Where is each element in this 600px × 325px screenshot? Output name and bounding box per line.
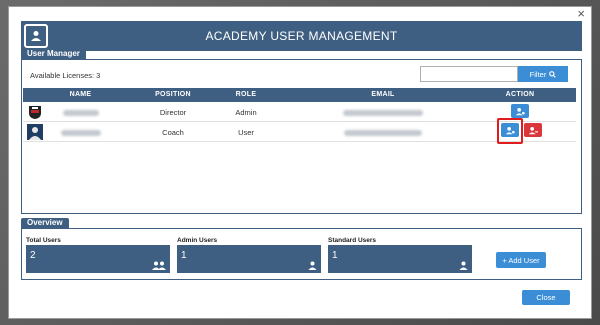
user-manager-tab: User Manager: [21, 49, 86, 59]
edit-user-button[interactable]: [501, 123, 519, 137]
user-email: [323, 128, 443, 137]
filter-button[interactable]: Filter: [518, 66, 568, 82]
user-icon: [459, 261, 468, 270]
standard-users-label: Standard Users: [328, 237, 377, 244]
dialog-header: ACADEMY USER MANAGEMENT: [21, 21, 582, 51]
academy-logo-icon: [24, 24, 48, 48]
total-users-value: 2: [30, 250, 36, 261]
column-header-position: POSITION: [155, 91, 191, 98]
total-users-label: Total Users: [26, 237, 61, 244]
club-crest-icon: [27, 104, 43, 120]
column-header-email: EMAIL: [371, 91, 395, 98]
edit-user-button[interactable]: [511, 104, 529, 118]
dialog-title: ACADEMY USER MANAGEMENT: [205, 29, 398, 43]
overview-panel: Total Users 2 Admin Users 1 Standard Use…: [21, 228, 582, 280]
standard-users-card: 1: [328, 245, 472, 273]
admin-users-card: 1: [177, 245, 321, 273]
user-email: [323, 108, 443, 117]
column-header-action: ACTION: [505, 91, 535, 98]
edit-user-icon: [515, 107, 525, 115]
admin-users-label: Admin Users: [177, 237, 218, 244]
remove-user-button[interactable]: [524, 123, 542, 137]
remove-user-icon: [528, 126, 538, 134]
user-position: Director: [159, 108, 187, 117]
admin-users-value: 1: [181, 250, 187, 261]
overview-tab: Overview: [21, 218, 69, 228]
search-icon: [549, 70, 557, 78]
column-header-role: ROLE: [235, 91, 257, 98]
profile-silhouette-icon: [27, 124, 43, 140]
user-position: Coach: [162, 128, 184, 137]
close-button[interactable]: Close: [522, 290, 570, 305]
table-row: Director Admin: [23, 102, 576, 122]
user-table-header: NAME POSITION ROLE EMAIL ACTION: [23, 88, 576, 102]
filter-button-label: Filter: [529, 69, 547, 79]
total-users-card: 2: [26, 245, 170, 273]
user-icon: [308, 261, 317, 270]
table-row: Coach User: [23, 118, 576, 144]
user-role: Admin: [235, 108, 257, 117]
users-group-icon: [152, 261, 166, 270]
edit-user-icon: [505, 126, 515, 134]
filter-input[interactable]: [420, 66, 518, 82]
column-header-name: NAME: [69, 91, 92, 98]
add-user-button[interactable]: + Add User: [496, 252, 546, 268]
user-name: [48, 108, 113, 117]
standard-users-value: 1: [332, 250, 338, 261]
close-x-button[interactable]: ×: [577, 7, 585, 20]
available-licenses: Available Licenses: 3: [30, 71, 101, 80]
user-management-dialog: × ACADEMY USER MANAGEMENT User Manager A…: [8, 6, 592, 319]
user-role: User: [238, 128, 254, 137]
user-manager-panel: Available Licenses: 3 Filter NAME POSITI…: [21, 59, 582, 214]
user-name: [48, 128, 113, 137]
